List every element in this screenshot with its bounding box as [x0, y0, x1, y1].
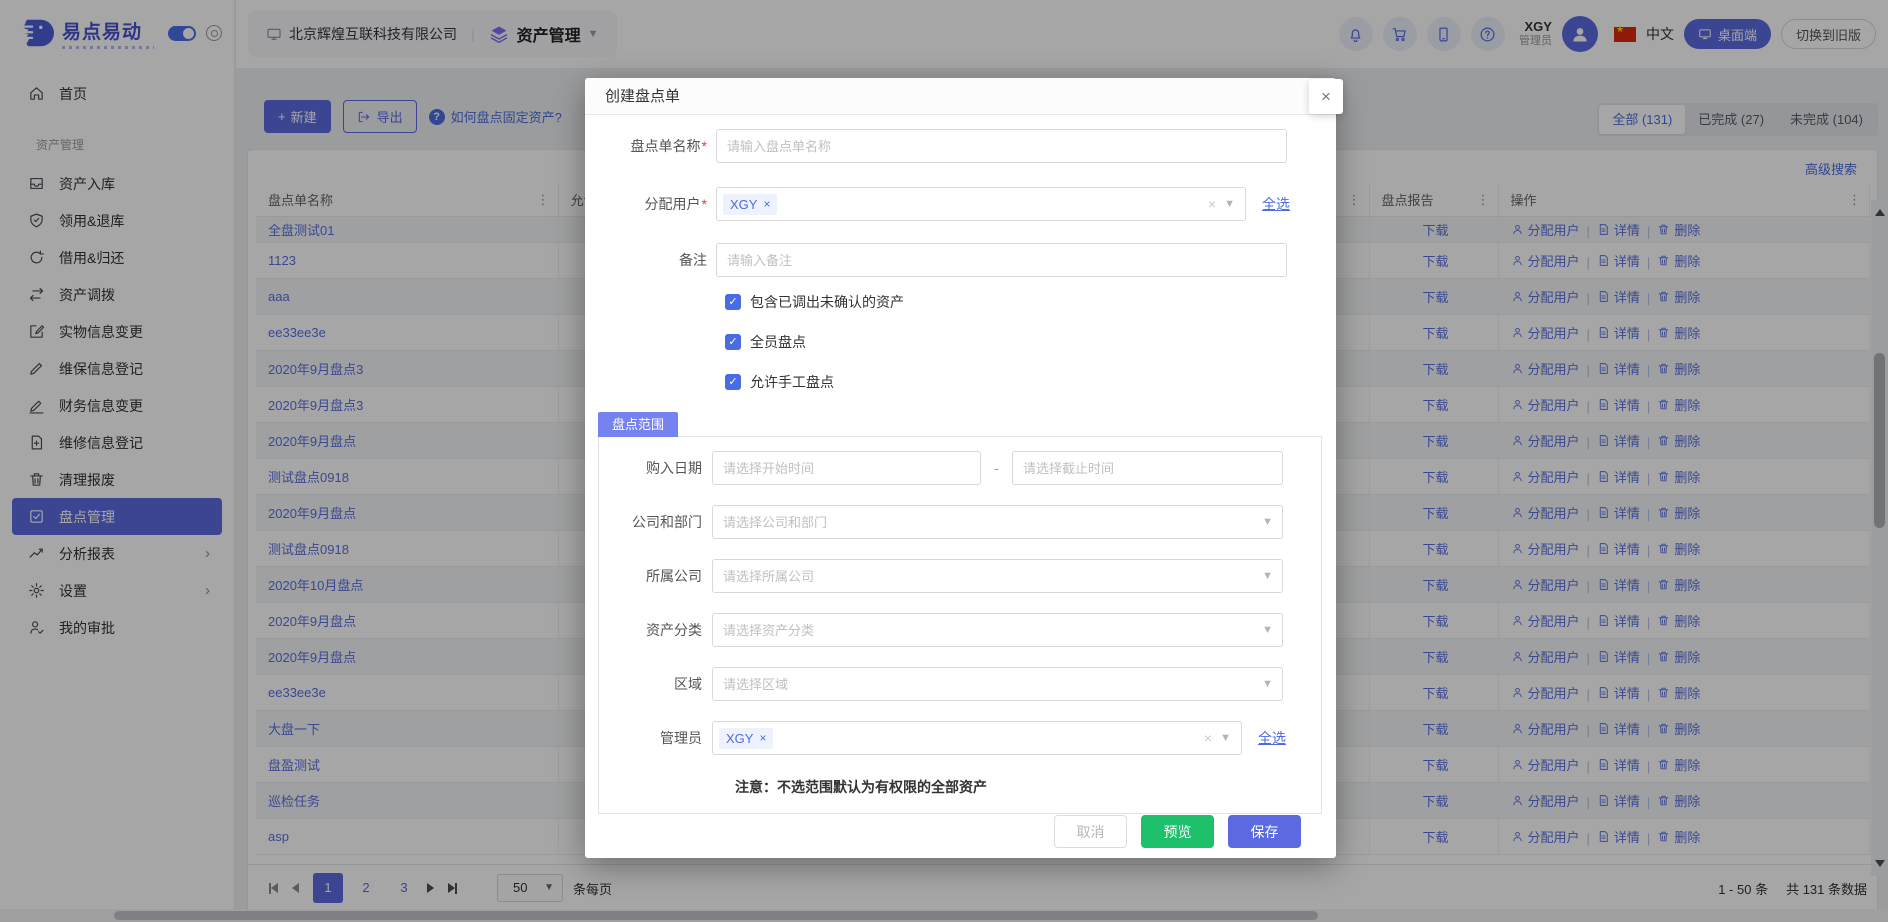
field-sheet-name: 盘点单名称*: [585, 129, 1336, 163]
checkbox-checked-icon: [725, 294, 741, 310]
field-area: 区域 ▼: [599, 667, 1321, 701]
field-assign-users: 分配用户* XGY× × ▼ 全选: [585, 187, 1336, 221]
assign-users-multiselect[interactable]: XGY× × ▼: [716, 187, 1246, 221]
remove-tag-icon[interactable]: ×: [759, 731, 766, 745]
required-asterisk: *: [702, 138, 707, 154]
scope-tab: 盘点范围: [598, 412, 678, 437]
checkbox-checked-icon: [725, 374, 741, 390]
modal-checkbox[interactable]: 允许手工盘点: [725, 372, 1336, 392]
chevron-down-icon: ▼: [1262, 505, 1273, 539]
cancel-button[interactable]: 取消: [1054, 815, 1127, 848]
select-all-link[interactable]: 全选: [1258, 728, 1286, 748]
sheet-name-input[interactable]: [716, 129, 1287, 163]
admin-multiselect[interactable]: XGY× × ▼: [712, 721, 1242, 755]
company-select[interactable]: ▼: [712, 559, 1283, 593]
chevron-down-icon[interactable]: ▼: [1220, 732, 1231, 744]
remove-tag-icon[interactable]: ×: [763, 197, 770, 211]
area-select[interactable]: ▼: [712, 667, 1283, 701]
chevron-down-icon: ▼: [1262, 559, 1273, 593]
checkbox-checked-icon: [725, 334, 741, 350]
create-inventory-modal: × 创建盘点单 盘点单名称* 分配用户* XGY× × ▼ 全选 备注 包含已调…: [585, 78, 1336, 858]
field-admin: 管理员 XGY× × ▼ 全选: [599, 721, 1321, 755]
remark-input[interactable]: [716, 243, 1287, 277]
company-dept-select[interactable]: ▼: [712, 505, 1283, 539]
modal-checkbox[interactable]: 包含已调出未确认的资产: [725, 292, 1336, 312]
category-select[interactable]: ▼: [712, 613, 1283, 647]
clear-icon[interactable]: ×: [1208, 196, 1216, 212]
modal-title: 创建盘点单: [585, 78, 1336, 115]
modal-checkboxes: 包含已调出未确认的资产全员盘点允许手工盘点: [725, 292, 1336, 392]
chevron-down-icon[interactable]: ▼: [1224, 198, 1235, 210]
close-icon: ×: [1321, 87, 1331, 107]
field-company: 所属公司 ▼: [599, 559, 1321, 593]
user-tag: XGY×: [723, 194, 777, 215]
field-purchase-date: 购入日期 -: [599, 451, 1321, 485]
modal-footer: 取消 预览 保存: [1054, 815, 1301, 848]
field-company-dept: 公司和部门 ▼: [599, 505, 1321, 539]
range-dash: -: [981, 460, 1012, 476]
start-date-input[interactable]: [712, 451, 981, 485]
modal-checkbox[interactable]: 全员盘点: [725, 332, 1336, 352]
save-button[interactable]: 保存: [1228, 815, 1301, 848]
required-asterisk: *: [702, 196, 707, 212]
select-all-link[interactable]: 全选: [1262, 194, 1290, 214]
end-date-input[interactable]: [1012, 451, 1283, 485]
chevron-down-icon: ▼: [1262, 667, 1273, 701]
preview-button[interactable]: 预览: [1141, 815, 1214, 848]
close-button[interactable]: ×: [1309, 79, 1343, 114]
scope-note: 注意：不选范围默认为有权限的全部资产: [735, 777, 1321, 797]
field-remark: 备注: [585, 243, 1336, 277]
clear-icon[interactable]: ×: [1204, 730, 1212, 746]
chevron-down-icon: ▼: [1262, 613, 1273, 647]
field-category: 资产分类 ▼: [599, 613, 1321, 647]
scope-panel: 盘点范围 购入日期 - 公司和部门 ▼ 所属公司 ▼ 资产分类 ▼ 区域 ▼ 管…: [598, 436, 1322, 814]
user-tag: XGY×: [719, 728, 773, 749]
